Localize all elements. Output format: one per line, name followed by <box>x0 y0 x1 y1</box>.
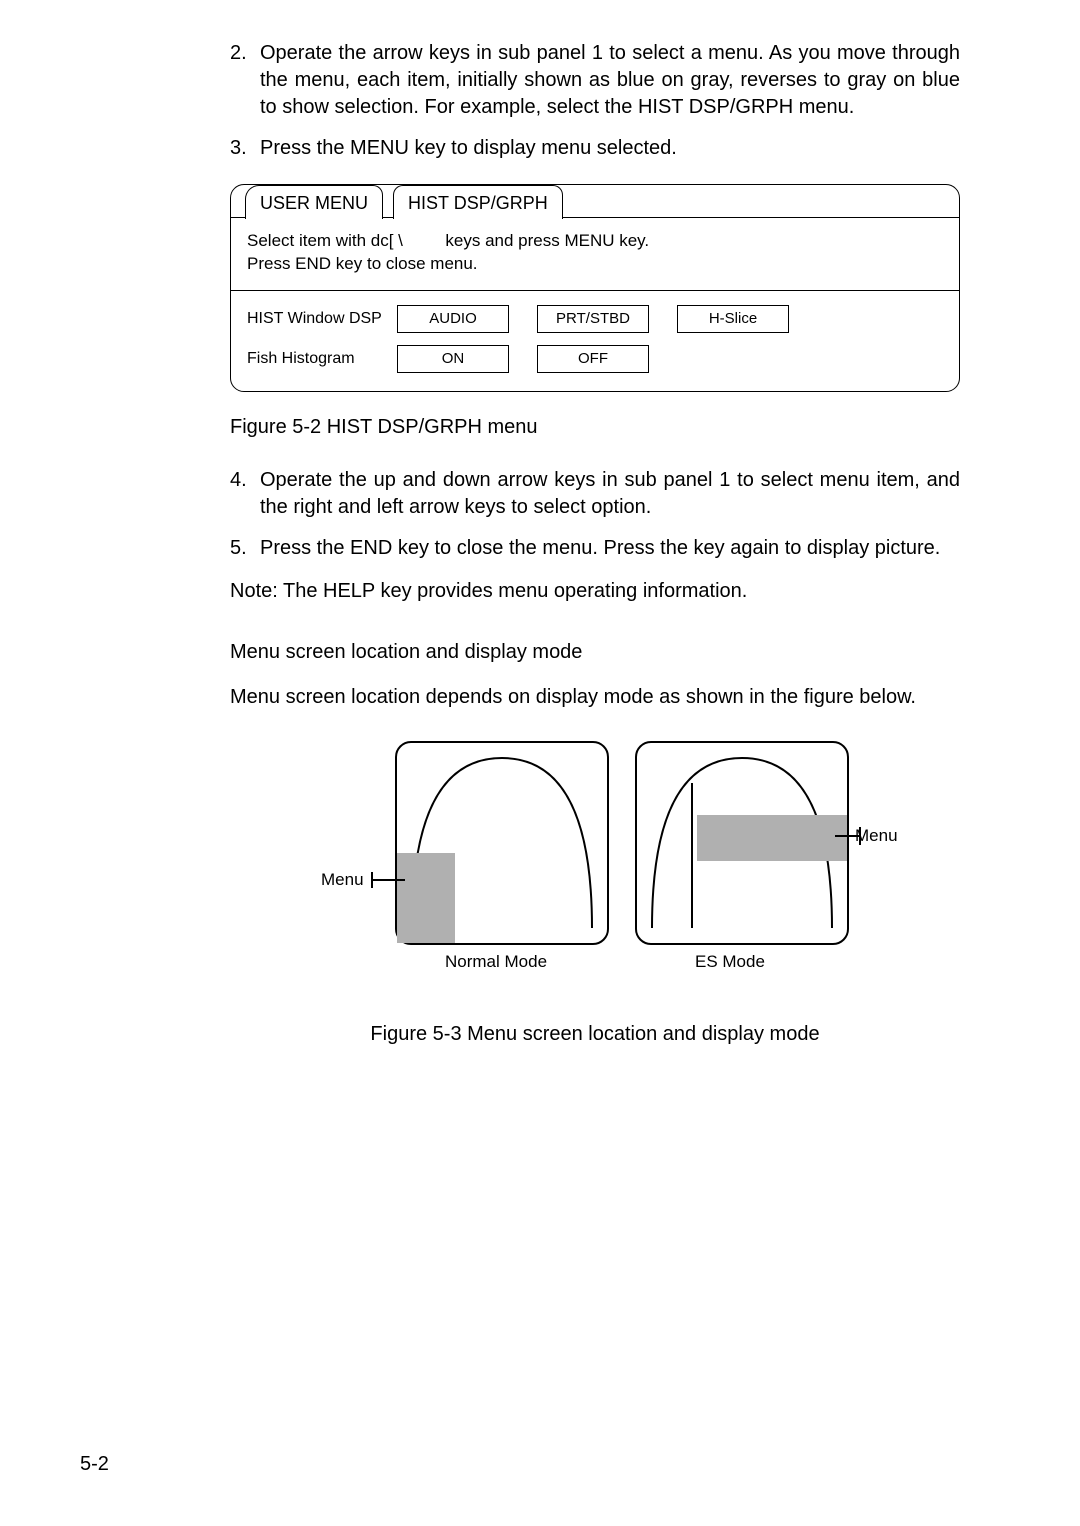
step-5: 5. Press the END key to close the menu. … <box>230 535 960 562</box>
page-content: 2. Operate the arrow keys in sub panel 1… <box>230 0 960 1048</box>
subheading: Menu screen location and display mode <box>230 639 960 666</box>
figure-5-2-caption: Figure 5-2 HIST DSP/GRPH menu <box>230 414 960 441</box>
mode-label-normal: Normal Mode <box>445 951 547 974</box>
step-3: 3. Press the MENU key to display menu se… <box>230 135 960 162</box>
tabs-row: USER MENU HIST DSP/GRPH <box>231 184 959 218</box>
option-label: HIST Window DSP <box>247 308 397 330</box>
page-number: 5-2 <box>80 1453 109 1476</box>
option-off: OFF <box>537 345 649 373</box>
menu-label-left: Menu <box>321 869 364 892</box>
option-audio: AUDIO <box>397 305 509 333</box>
callout-line <box>835 835 861 837</box>
mode-label-es: ES Mode <box>695 951 765 974</box>
step-number: 3. <box>230 135 260 162</box>
step-2: 2. Operate the arrow keys in sub panel 1… <box>230 40 960 121</box>
figure-5-3-caption: Figure 5-3 Menu screen location and disp… <box>230 1021 960 1048</box>
menu-label-right: Menu <box>855 825 898 848</box>
step-text: Operate the up and down arrow keys in su… <box>260 467 960 521</box>
step-text: Press the MENU key to display menu selec… <box>260 135 960 162</box>
tab-user-menu: USER MENU <box>245 185 383 219</box>
menu-area-right <box>697 815 847 861</box>
step-text: Operate the arrow keys in sub panel 1 to… <box>260 40 960 121</box>
option-row-fish-histogram: Fish Histogram ON OFF <box>247 345 943 373</box>
option-row-hist-window: HIST Window DSP AUDIO PRT/STBD H-Slice <box>247 305 943 333</box>
menu-diagram: USER MENU HIST DSP/GRPH Select item with… <box>230 184 960 392</box>
figure-5-3: Menu Menu Normal Mode ES Mode <box>315 741 875 1001</box>
instr-line-1: Select item with dc[ \ keys and press ME… <box>247 230 943 253</box>
step-text: Press the END key to close the menu. Pre… <box>260 535 960 562</box>
callout-tick <box>859 827 861 845</box>
options-block: HIST Window DSP AUDIO PRT/STBD H-Slice F… <box>231 291 959 392</box>
step-4: 4. Operate the up and down arrow keys in… <box>230 467 960 521</box>
step-number: 5. <box>230 535 260 562</box>
step-number: 4. <box>230 467 260 521</box>
monitor-normal-mode <box>395 741 609 945</box>
callout-tick <box>371 872 373 888</box>
option-prt-stbd: PRT/STBD <box>537 305 649 333</box>
monitor-es-mode <box>635 741 849 945</box>
menu-instructions: Select item with dc[ \ keys and press ME… <box>231 218 959 291</box>
option-h-slice: H-Slice <box>677 305 789 333</box>
option-on: ON <box>397 345 509 373</box>
menu-area-left <box>397 853 455 943</box>
step-number: 2. <box>230 40 260 121</box>
note-text: Note: The HELP key provides menu operati… <box>230 578 960 605</box>
option-label: Fish Histogram <box>247 348 397 370</box>
tab-hist-dsp-grph: HIST DSP/GRPH <box>393 185 563 219</box>
callout-line <box>371 879 405 881</box>
paragraph: Menu screen location depends on display … <box>230 684 960 711</box>
instr-line-2: Press END key to close menu. <box>247 253 943 276</box>
